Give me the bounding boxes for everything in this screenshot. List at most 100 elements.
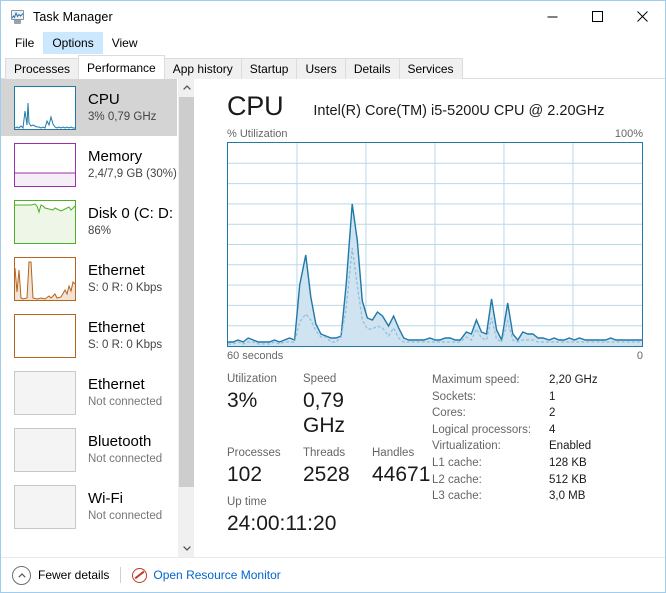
tab-strip: Processes Performance App history Startu…	[1, 54, 665, 79]
spec-value: 512 KB	[549, 473, 587, 486]
spec-value: 2,20 GHz	[549, 374, 598, 386]
minimize-button[interactable]	[530, 1, 575, 32]
tab-services[interactable]: Services	[398, 58, 463, 79]
sidebar-item-label: Memory	[88, 149, 143, 166]
sidebar-item-label: CPU	[88, 92, 120, 109]
maximize-icon	[592, 11, 603, 22]
sidebar-item-cpu[interactable]: CPU 3% 0,79 GHz	[1, 79, 194, 136]
task-manager-icon	[10, 9, 26, 25]
spec-maximum-speed: Maximum speed: 2,20 GHz	[432, 372, 643, 389]
sidebar-item-ethernet-1[interactable]: Ethernet S: 0 R: 0 Kbps	[1, 250, 194, 307]
tab-startup[interactable]: Startup	[240, 58, 298, 79]
tab-app-history[interactable]: App history	[163, 58, 242, 79]
spec-key: L3 cache:	[432, 490, 482, 503]
stat-value: 102	[227, 463, 263, 486]
bluetooth-thumbnail-graph-disabled	[14, 427, 76, 472]
spec-key: Virtualization:	[432, 440, 501, 453]
open-resource-monitor-label: Open Resource Monitor	[153, 568, 281, 582]
window-title: Task Manager	[33, 9, 113, 24]
sidebar-item-sublabel: S: 0 R: 0 Kbps	[88, 281, 163, 294]
sidebar-item-sublabel: 2,4/7,9 GB (30%)	[88, 167, 177, 180]
stat-label: Threads	[303, 447, 346, 459]
cpu-stats-left: Utilization 3% Speed 0,79 GHz Processes …	[227, 371, 432, 536]
spec-key: Cores:	[432, 407, 466, 420]
sidebar-ethernet3-text: Ethernet Not connected	[88, 377, 162, 408]
stat-label: Up time	[227, 496, 267, 508]
stat-label: Handles	[372, 447, 415, 459]
stat-handles: Handles 44671	[372, 445, 432, 487]
sidebar-wifi-text: Wi-Fi Not connected	[88, 491, 162, 522]
sidebar-item-sublabel: Not connected	[88, 452, 163, 465]
tab-performance[interactable]: Performance	[78, 55, 165, 79]
sidebar-item-ethernet-3[interactable]: Ethernet Not connected	[1, 364, 194, 421]
spec-value: 3,0 MB	[549, 490, 586, 503]
sidebar-item-ethernet-2[interactable]: Ethernet S: 0 R: 0 Kbps	[1, 307, 194, 364]
menu-file[interactable]: File	[6, 32, 43, 54]
spec-value: 128 KB	[549, 456, 587, 469]
spec-sockets: Sockets: 1	[432, 389, 643, 406]
stat-uptime: Up time 24:00:11:20	[227, 494, 336, 536]
scroll-up-button[interactable]	[178, 79, 194, 96]
stat-label: Speed	[303, 373, 337, 385]
sidebar-item-bluetooth[interactable]: Bluetooth Not connected	[1, 421, 194, 478]
stat-value: 0,79 GHz	[303, 389, 345, 437]
stat-processes: Processes 102	[227, 445, 303, 487]
graph-axis-bottom: 60 seconds 0	[227, 350, 643, 362]
graph-y-axis-max-label: 100%	[614, 128, 643, 140]
menu-options[interactable]: Options	[43, 32, 103, 54]
task-manager-window: Task Manager File Options View Processes…	[0, 0, 666, 593]
maximize-button[interactable]	[575, 1, 620, 32]
resource-monitor-icon	[132, 567, 148, 583]
sidebar-scrollbar[interactable]	[177, 79, 194, 557]
ethernet-thumbnail-graph-empty	[14, 313, 76, 358]
sidebar-item-label: Ethernet	[88, 263, 145, 280]
tab-details[interactable]: Details	[344, 58, 400, 79]
scrollbar-thumb[interactable]	[179, 97, 194, 487]
sidebar-item-label: Ethernet	[88, 320, 145, 337]
cpu-detail-panel: CPU Intel(R) Core(TM) i5-5200U CPU @ 2.2…	[195, 79, 665, 557]
sidebar-item-label: Bluetooth	[88, 434, 152, 451]
sidebar-item-memory[interactable]: Memory 2,4/7,9 GB (30%)	[1, 136, 194, 193]
spec-logical-processors: Logical processors: 4	[432, 422, 643, 439]
minimize-icon	[547, 16, 558, 18]
chevron-up-circle-icon	[12, 565, 31, 585]
fewer-details-button[interactable]: Fewer details	[12, 565, 110, 585]
stat-value: 24:00:11:20	[227, 512, 337, 535]
open-resource-monitor-link[interactable]: Open Resource Monitor	[132, 567, 281, 583]
cpu-graph-svg	[228, 143, 642, 346]
sidebar-ethernet2-text: Ethernet S: 0 R: 0 Kbps	[88, 320, 162, 351]
menu-view[interactable]: View	[103, 32, 147, 54]
sidebar-item-wifi[interactable]: Wi-Fi Not connected	[1, 478, 194, 535]
stat-value: 2528	[303, 463, 350, 486]
stat-label: Processes	[227, 447, 281, 459]
stat-utilization: Utilization 3%	[227, 371, 303, 438]
tab-processes[interactable]: Processes	[5, 58, 80, 79]
sidebar-item-label: Ethernet	[88, 377, 145, 394]
wifi-thumbnail-graph-disabled	[14, 484, 76, 529]
fewer-details-label: Fewer details	[38, 568, 110, 582]
spec-value: 4	[549, 423, 556, 436]
sidebar-bluetooth-text: Bluetooth Not connected	[88, 434, 162, 465]
memory-thumbnail-graph	[14, 142, 76, 187]
spec-virtualization: Virtualization: Enabled	[432, 438, 643, 455]
window-controls	[530, 1, 665, 32]
graph-x-axis-start-label: 60 seconds	[227, 350, 284, 362]
tab-users[interactable]: Users	[296, 58, 346, 79]
content-area: CPU 3% 0,79 GHz Memory 2,4/7,9 GB (30%)	[1, 79, 665, 557]
close-button[interactable]	[620, 1, 665, 32]
cpu-model-name: Intel(R) Core(TM) i5-5200U CPU @ 2.20GHz	[313, 103, 605, 119]
graph-gridlines	[228, 143, 642, 346]
sidebar-cpu-text: CPU 3% 0,79 GHz	[88, 92, 156, 123]
spec-key: L2 cache:	[432, 473, 482, 486]
spec-l3-cache: L3 cache: 3,0 MB	[432, 488, 643, 505]
spec-key: L1 cache:	[432, 456, 482, 469]
stat-threads: Threads 2528	[303, 445, 372, 487]
spec-value: 1	[549, 390, 556, 403]
stat-speed: Speed 0,79 GHz	[303, 371, 372, 438]
page-title: CPU	[227, 91, 284, 121]
scroll-down-button[interactable]	[178, 540, 194, 557]
sidebar-item-sublabel: Not connected	[88, 395, 163, 408]
spec-key: Logical processors:	[432, 423, 532, 436]
sidebar-item-disk0[interactable]: Disk 0 (C: D: E:) 86%	[1, 193, 194, 250]
stat-label: Utilization	[227, 373, 277, 385]
